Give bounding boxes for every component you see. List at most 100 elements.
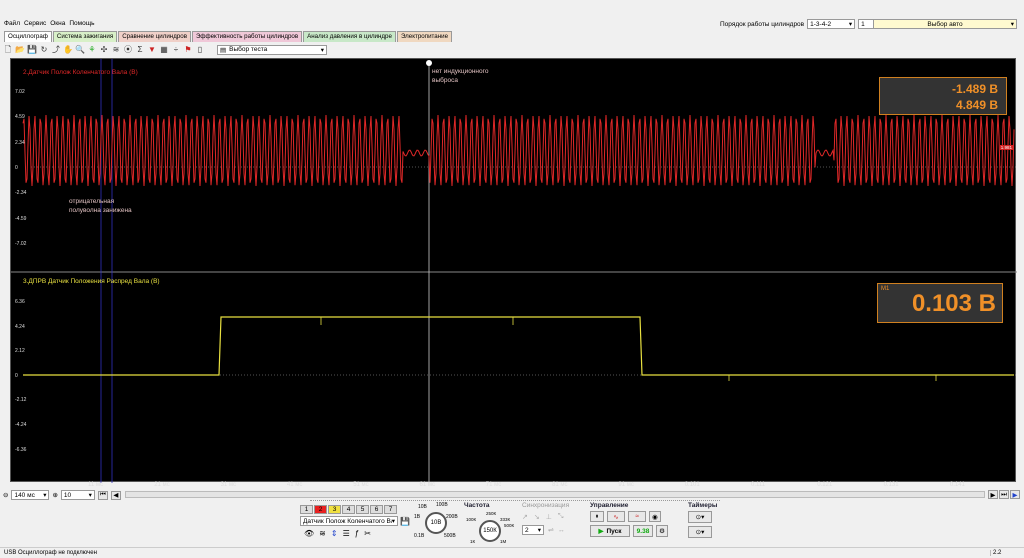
ch1-y-tick: 7.02 bbox=[15, 89, 25, 95]
pause-button[interactable]: ⏸ bbox=[590, 511, 604, 522]
next-page-button[interactable]: ▶ bbox=[988, 490, 998, 499]
frequency-group: Частота 250К 333К 500К 100К 1К 1М 150К bbox=[464, 502, 518, 546]
cursor-icon[interactable]: ⤴ bbox=[51, 45, 61, 55]
ch2-y-tick: 6.36 bbox=[15, 299, 25, 305]
record-button[interactable]: ◉ bbox=[649, 511, 661, 522]
timer-button-2[interactable]: ⊙▾ bbox=[688, 526, 712, 538]
page-icon[interactable]: ▯ bbox=[195, 45, 205, 55]
tab-4[interactable]: Анализ давления в цилиндре bbox=[303, 31, 396, 42]
play-button[interactable]: ▶ bbox=[1010, 490, 1020, 499]
freq-label: 100К bbox=[466, 517, 477, 522]
triangle-icon[interactable]: ▼ bbox=[147, 45, 157, 55]
single-wave-button[interactable]: ∿ bbox=[607, 511, 625, 522]
tab-2[interactable]: Сравнение цилиндров bbox=[118, 31, 191, 42]
menu-windows[interactable]: Окна bbox=[50, 20, 65, 27]
sigma-icon[interactable]: Σ bbox=[135, 45, 145, 55]
cylinder-order-label: Порядок работы цилиндров bbox=[720, 20, 805, 28]
auto-sync-icon[interactable]: ⤡ bbox=[558, 513, 564, 521]
note-line: отрицательная bbox=[69, 198, 115, 205]
channel-button-7[interactable]: 7 bbox=[384, 505, 397, 514]
timebase-select[interactable]: 140 мс ▾ bbox=[11, 490, 50, 500]
zoom-in-icon[interactable]: ⊕ bbox=[52, 491, 57, 499]
channel-select[interactable]: Датчик Полож Коленчатого Вала▾ bbox=[300, 516, 398, 526]
auto-select-dropdown[interactable]: Выбор авто ▾ bbox=[873, 19, 1017, 29]
falling-edge-icon[interactable]: ↘ bbox=[534, 513, 540, 521]
time-value-button[interactable]: 9.38 bbox=[633, 525, 653, 537]
tab-3[interactable]: Эффективность работы цилиндров bbox=[191, 31, 303, 42]
wave-icon[interactable]: ≋ bbox=[111, 45, 121, 55]
last-page-button[interactable]: ⏭ bbox=[999, 490, 1009, 499]
flag-icon[interactable]: ⚑ bbox=[183, 45, 193, 55]
menu-help[interactable]: Помощь bbox=[69, 20, 94, 27]
sync-level-icon[interactable]: ⇌ bbox=[548, 526, 554, 534]
zoom-out-icon[interactable]: ⊖ bbox=[3, 491, 8, 499]
new-file-icon[interactable]: 🗋 bbox=[3, 45, 13, 55]
channel-button-5[interactable]: 5 bbox=[356, 505, 369, 514]
marker-icon[interactable]: ✣ bbox=[99, 45, 109, 55]
list-icon[interactable]: ☰ bbox=[343, 529, 350, 538]
first-page-button[interactable]: ⏮ bbox=[97, 490, 108, 500]
auto-select-value: Выбор авто bbox=[927, 20, 963, 28]
menu-service[interactable]: Сервис bbox=[24, 20, 46, 27]
scope-icon[interactable]: ⦿ bbox=[123, 45, 133, 55]
sync-row: 2 ▾ ⇌ ↔ bbox=[522, 525, 586, 535]
menu-file[interactable]: Файл bbox=[4, 20, 20, 27]
channel-button-2[interactable]: 2 bbox=[314, 505, 327, 514]
auto-select-group: Выбор авто ▾ bbox=[873, 18, 1017, 30]
pulse-icon[interactable]: ⊥ bbox=[546, 513, 552, 521]
rising-edge-icon[interactable]: ↗ bbox=[522, 513, 528, 521]
ch2-y-tick: 4.24 bbox=[15, 323, 25, 330]
tab-5[interactable]: Электропитание bbox=[396, 31, 453, 42]
channel-button-1[interactable]: 1 bbox=[300, 505, 313, 514]
multi-wave-button[interactable]: ≈ bbox=[628, 511, 646, 522]
channel-button-4[interactable]: 4 bbox=[342, 505, 355, 514]
ch1-measure-box: -1.489 В 4.849 В bbox=[879, 77, 1007, 115]
count-select[interactable]: 10 ▾ bbox=[60, 490, 95, 500]
zoom-icon[interactable]: 🔍 bbox=[75, 45, 85, 55]
dial-label: 0.1В bbox=[414, 533, 425, 539]
settings-button[interactable]: ⚙ bbox=[656, 525, 668, 537]
note-negative-halfwave: отрицательная полуволна занижена bbox=[69, 197, 132, 215]
filter-icon[interactable]: ⚘ bbox=[87, 45, 97, 55]
save-icon[interactable]: 💾 bbox=[27, 45, 37, 55]
tab-1[interactable]: Система зажигания bbox=[52, 31, 118, 42]
ch1-y-tick: -4.59 bbox=[15, 215, 27, 222]
ch1-y-tick: -2.34 bbox=[15, 190, 27, 197]
dial-knob: 10В bbox=[425, 512, 447, 534]
frequency-value: 150К bbox=[483, 528, 497, 534]
dial-value: 10В bbox=[430, 520, 442, 526]
dial-label: 10В bbox=[418, 504, 427, 510]
stack-icon[interactable]: ≋ bbox=[319, 529, 326, 538]
loop-icon[interactable]: ↻ bbox=[39, 45, 49, 55]
cylinder-order-select[interactable]: 1-3-4-2 ▾ bbox=[807, 19, 856, 29]
oscilloscope-area[interactable]: 2.Датчик Полож Коленчатого Вала (В) 3.ДП… bbox=[10, 58, 1017, 483]
channel-button-6[interactable]: 6 bbox=[370, 505, 383, 514]
horizontal-scrollbar[interactable] bbox=[125, 491, 985, 498]
frequency-knob[interactable]: 150К bbox=[479, 520, 501, 542]
prev-page-button[interactable]: ◀ bbox=[110, 490, 121, 500]
divider-icon[interactable]: ÷ bbox=[171, 45, 181, 55]
test-select[interactable]: ▤ Выбор теста ▾ bbox=[217, 44, 327, 55]
channel-tools: 👁 ≋ ⇕ ☰ ƒ ✂ bbox=[304, 529, 371, 538]
save-channel-icon[interactable]: 💾 bbox=[400, 517, 410, 526]
voltage-range-dial[interactable]: 10В 100В 1В 200В 0.1В 500В 10В bbox=[414, 502, 462, 544]
tools-icon[interactable]: ✂ bbox=[364, 529, 371, 538]
ch2-y-tick: -4.24 bbox=[15, 422, 27, 428]
sync-shift-icon[interactable]: ↔ bbox=[558, 527, 565, 534]
start-button[interactable]: ▶ Пуск bbox=[590, 525, 630, 537]
tab-0[interactable]: Осциллограф bbox=[4, 31, 52, 42]
grid-icon[interactable]: ▦ bbox=[159, 45, 169, 55]
eye-icon[interactable]: 👁 bbox=[304, 529, 314, 538]
ch1-waveform bbox=[22, 114, 1015, 187]
timer-button-1[interactable]: ⊙▾ bbox=[688, 511, 712, 523]
updown-icon[interactable]: ⇕ bbox=[331, 529, 338, 538]
tab-bar: Осциллограф Система зажигания Сравнение ци… bbox=[4, 31, 453, 42]
sync-channel-select[interactable]: 2 ▾ bbox=[522, 525, 544, 535]
ch2-y-tick: -6.36 bbox=[15, 446, 27, 453]
timebase-group: ⊖ 140 мс ▾ ⊕ 10 ▾ ⏮ ◀ bbox=[3, 490, 121, 500]
sync-channel-value: 2 bbox=[525, 526, 529, 534]
function-icon[interactable]: ƒ bbox=[355, 529, 359, 538]
hand-icon[interactable]: ✋ bbox=[63, 45, 73, 55]
open-folder-icon[interactable]: 📂 bbox=[15, 45, 25, 55]
channel-button-3[interactable]: 3 bbox=[328, 505, 341, 514]
